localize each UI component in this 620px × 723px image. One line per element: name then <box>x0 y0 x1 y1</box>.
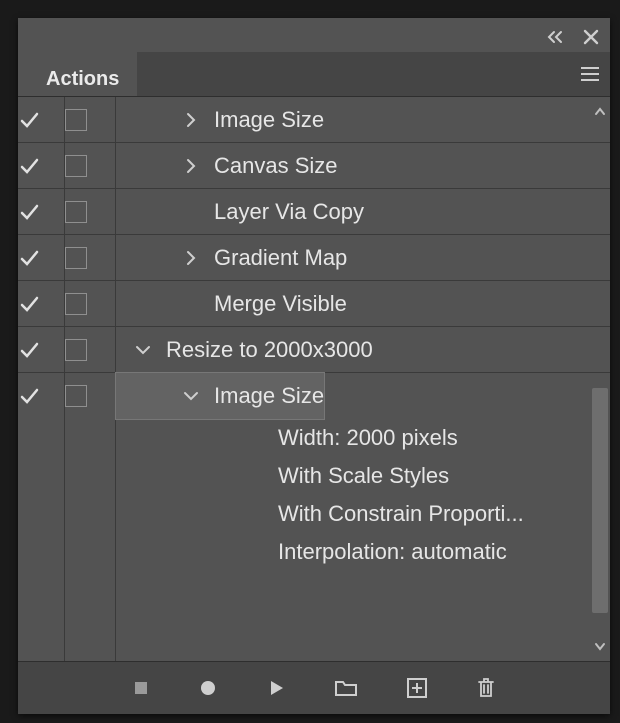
action-step[interactable]: Image Size <box>116 97 324 142</box>
toggle-dialog[interactable] <box>65 327 87 372</box>
tab-actions[interactable]: Actions <box>28 52 137 96</box>
dialog-column <box>65 97 116 661</box>
record-button[interactable] <box>198 678 218 698</box>
scroll-down-icon[interactable] <box>592 639 608 655</box>
new-action-button[interactable] <box>406 677 428 699</box>
scroll-thumb[interactable] <box>592 388 608 613</box>
panel-topbar <box>18 18 610 52</box>
toggle-check[interactable] <box>18 143 40 188</box>
step-label: Gradient Map <box>208 245 347 271</box>
action-step[interactable]: Gradient Map <box>116 235 347 280</box>
toggle-check[interactable] <box>18 327 40 372</box>
chevron-down-icon[interactable] <box>174 390 208 402</box>
panel-footer <box>18 661 610 714</box>
chevron-right-icon[interactable] <box>174 250 208 266</box>
scrollbar[interactable] <box>592 103 608 655</box>
stop-button[interactable] <box>132 679 150 697</box>
toggle-dialog[interactable] <box>65 281 87 326</box>
action-tree: Image Size Canvas Size Layer Via Copy Gr… <box>116 97 610 661</box>
toggle-dialog[interactable] <box>65 373 87 419</box>
checkmark-column <box>18 97 65 661</box>
step-label: Merge Visible <box>208 291 347 317</box>
chevron-right-icon[interactable] <box>174 158 208 174</box>
action-step[interactable]: Merge Visible <box>116 281 347 326</box>
toggle-dialog[interactable] <box>65 143 87 188</box>
toggle-check[interactable] <box>18 281 40 326</box>
step-detail: With Constrain Proporti... <box>116 495 610 533</box>
step-label: Image Size <box>208 107 324 133</box>
chevron-down-icon[interactable] <box>126 344 160 356</box>
step-detail: With Scale Styles <box>116 457 610 495</box>
step-detail: Width: 2000 pixels <box>116 419 610 457</box>
play-button[interactable] <box>266 678 286 698</box>
toggle-dialog[interactable] <box>65 189 87 234</box>
collapse-icon[interactable] <box>546 30 568 44</box>
chevron-right-icon[interactable] <box>174 112 208 128</box>
toggle-check[interactable] <box>18 189 40 234</box>
tab-label: Actions <box>46 68 119 91</box>
toggle-check[interactable] <box>18 373 40 419</box>
toggle-dialog[interactable] <box>65 235 87 280</box>
panel-body: Image Size Canvas Size Layer Via Copy Gr… <box>18 97 610 661</box>
action-step[interactable]: Layer Via Copy <box>116 189 364 234</box>
toggle-check[interactable] <box>18 235 40 280</box>
panel-tabs: Actions <box>18 52 610 97</box>
close-icon[interactable] <box>582 28 600 46</box>
actions-panel: Actions <box>18 18 610 714</box>
action-item[interactable]: Resize to 2000x3000 <box>116 327 373 372</box>
step-label: Canvas Size <box>208 153 338 179</box>
scroll-up-icon[interactable] <box>592 103 608 119</box>
toggle-check[interactable] <box>18 97 40 142</box>
action-step-selected[interactable]: Image Size <box>116 373 324 419</box>
action-step[interactable]: Canvas Size <box>116 143 338 188</box>
action-label: Resize to 2000x3000 <box>160 337 373 363</box>
toggle-dialog[interactable] <box>65 97 87 142</box>
step-detail: Interpolation: automatic <box>116 533 610 571</box>
panel-menu-icon[interactable] <box>570 52 610 96</box>
step-label: Layer Via Copy <box>208 199 364 225</box>
tab-gutter <box>137 52 570 96</box>
trash-button[interactable] <box>476 677 496 699</box>
step-label: Image Size <box>208 383 324 409</box>
folder-button[interactable] <box>334 678 358 698</box>
